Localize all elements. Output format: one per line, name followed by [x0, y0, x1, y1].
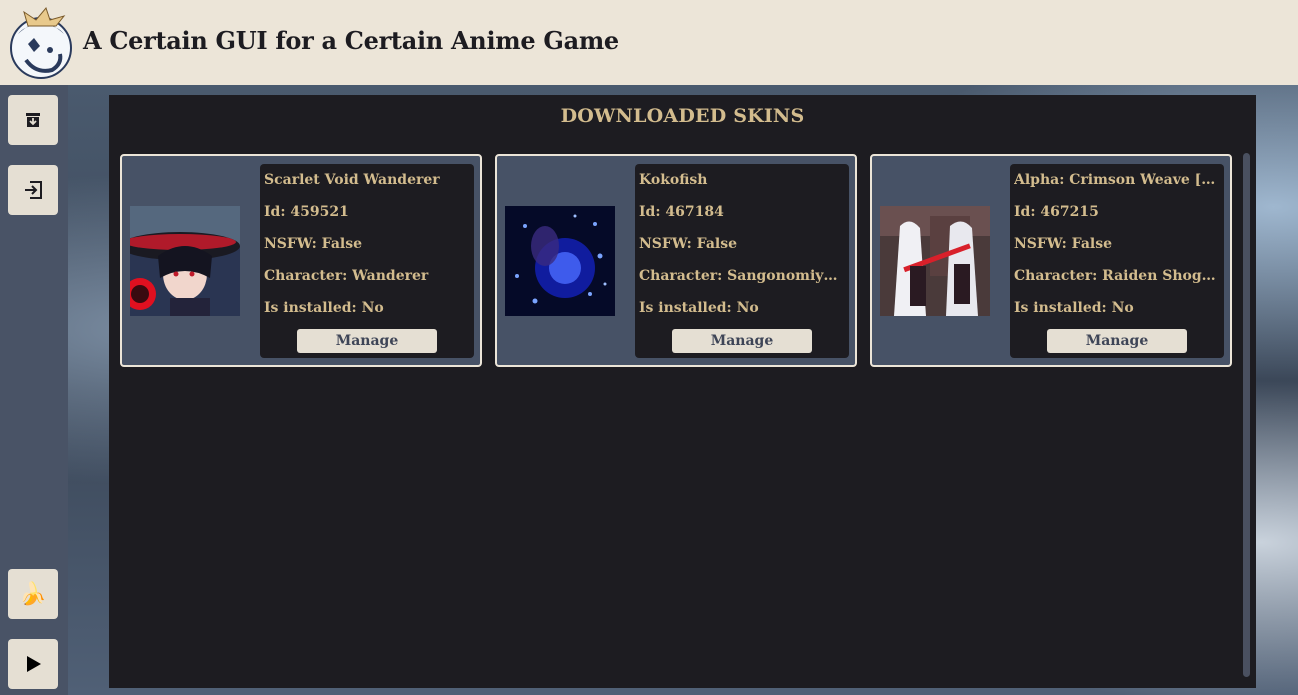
skin-card: Scarlet Void Wanderer Id: 459521 NSFW: F…	[120, 154, 482, 367]
app-title: A Certain GUI for a Certain Anime Game	[83, 26, 619, 55]
skin-nsfw: NSFW: False	[639, 236, 738, 252]
skin-installed: Is installed: No	[264, 300, 384, 316]
sidebar-downloads-button[interactable]	[8, 95, 58, 145]
paimon-logo-icon	[6, 4, 76, 80]
raiden-skin-thumbnail	[880, 206, 990, 316]
sidebar-banana-button[interactable]: 🍌	[8, 569, 58, 619]
skin-character: Character: Wanderer	[264, 268, 429, 284]
manage-button[interactable]: Manage	[297, 329, 437, 353]
skin-card: Alpha: Crimson Weave [Raiden Shogun] Id:…	[870, 154, 1232, 367]
sidebar-play-button[interactable]	[8, 639, 58, 689]
panel-title: DOWNLOADED SKINS	[560, 105, 805, 127]
skin-name: Alpha: Crimson Weave [Raiden Shogun]	[1014, 172, 1218, 188]
skin-card: Kokofish Id: 467184 NSFW: False Characte…	[495, 154, 857, 367]
skin-id: Id: 459521	[264, 204, 349, 220]
banana-icon: 🍌	[19, 581, 47, 607]
login-arrow-icon	[25, 181, 42, 199]
skin-info: Kokofish Id: 467184 NSFW: False Characte…	[635, 164, 849, 358]
skin-id: Id: 467215	[1014, 204, 1099, 220]
sidebar: 🍌	[0, 85, 68, 695]
manage-button[interactable]: Manage	[1047, 329, 1187, 353]
skin-nsfw: NSFW: False	[1014, 236, 1113, 252]
skin-name: Scarlet Void Wanderer	[264, 172, 440, 188]
sidebar-import-button[interactable]	[8, 165, 58, 215]
skin-id: Id: 467184	[639, 204, 724, 220]
wanderer-skin-thumbnail	[130, 206, 240, 316]
skin-nsfw: NSFW: False	[264, 236, 363, 252]
skin-installed: Is installed: No	[639, 300, 759, 316]
skin-name: Kokofish	[639, 172, 708, 188]
scrollbar-thumb[interactable]	[1243, 153, 1250, 677]
skin-character: Character: Raiden Shogun	[1014, 268, 1218, 284]
download-box-icon	[26, 113, 40, 127]
downloaded-skins-panel: DOWNLOADED SKINS Scarlet Void Wanderer I…	[109, 95, 1256, 688]
kokomi-skin-thumbnail	[505, 206, 615, 316]
skin-installed: Is installed: No	[1014, 300, 1134, 316]
scrollbar[interactable]	[1243, 153, 1251, 677]
play-icon	[27, 656, 41, 672]
skin-info: Scarlet Void Wanderer Id: 459521 NSFW: F…	[260, 164, 474, 358]
skin-info: Alpha: Crimson Weave [Raiden Shogun] Id:…	[1010, 164, 1224, 358]
skin-character: Character: Sangonomiya Kokomi	[639, 268, 843, 284]
manage-button[interactable]: Manage	[672, 329, 812, 353]
app-header: A Certain GUI for a Certain Anime Game	[0, 0, 1298, 85]
